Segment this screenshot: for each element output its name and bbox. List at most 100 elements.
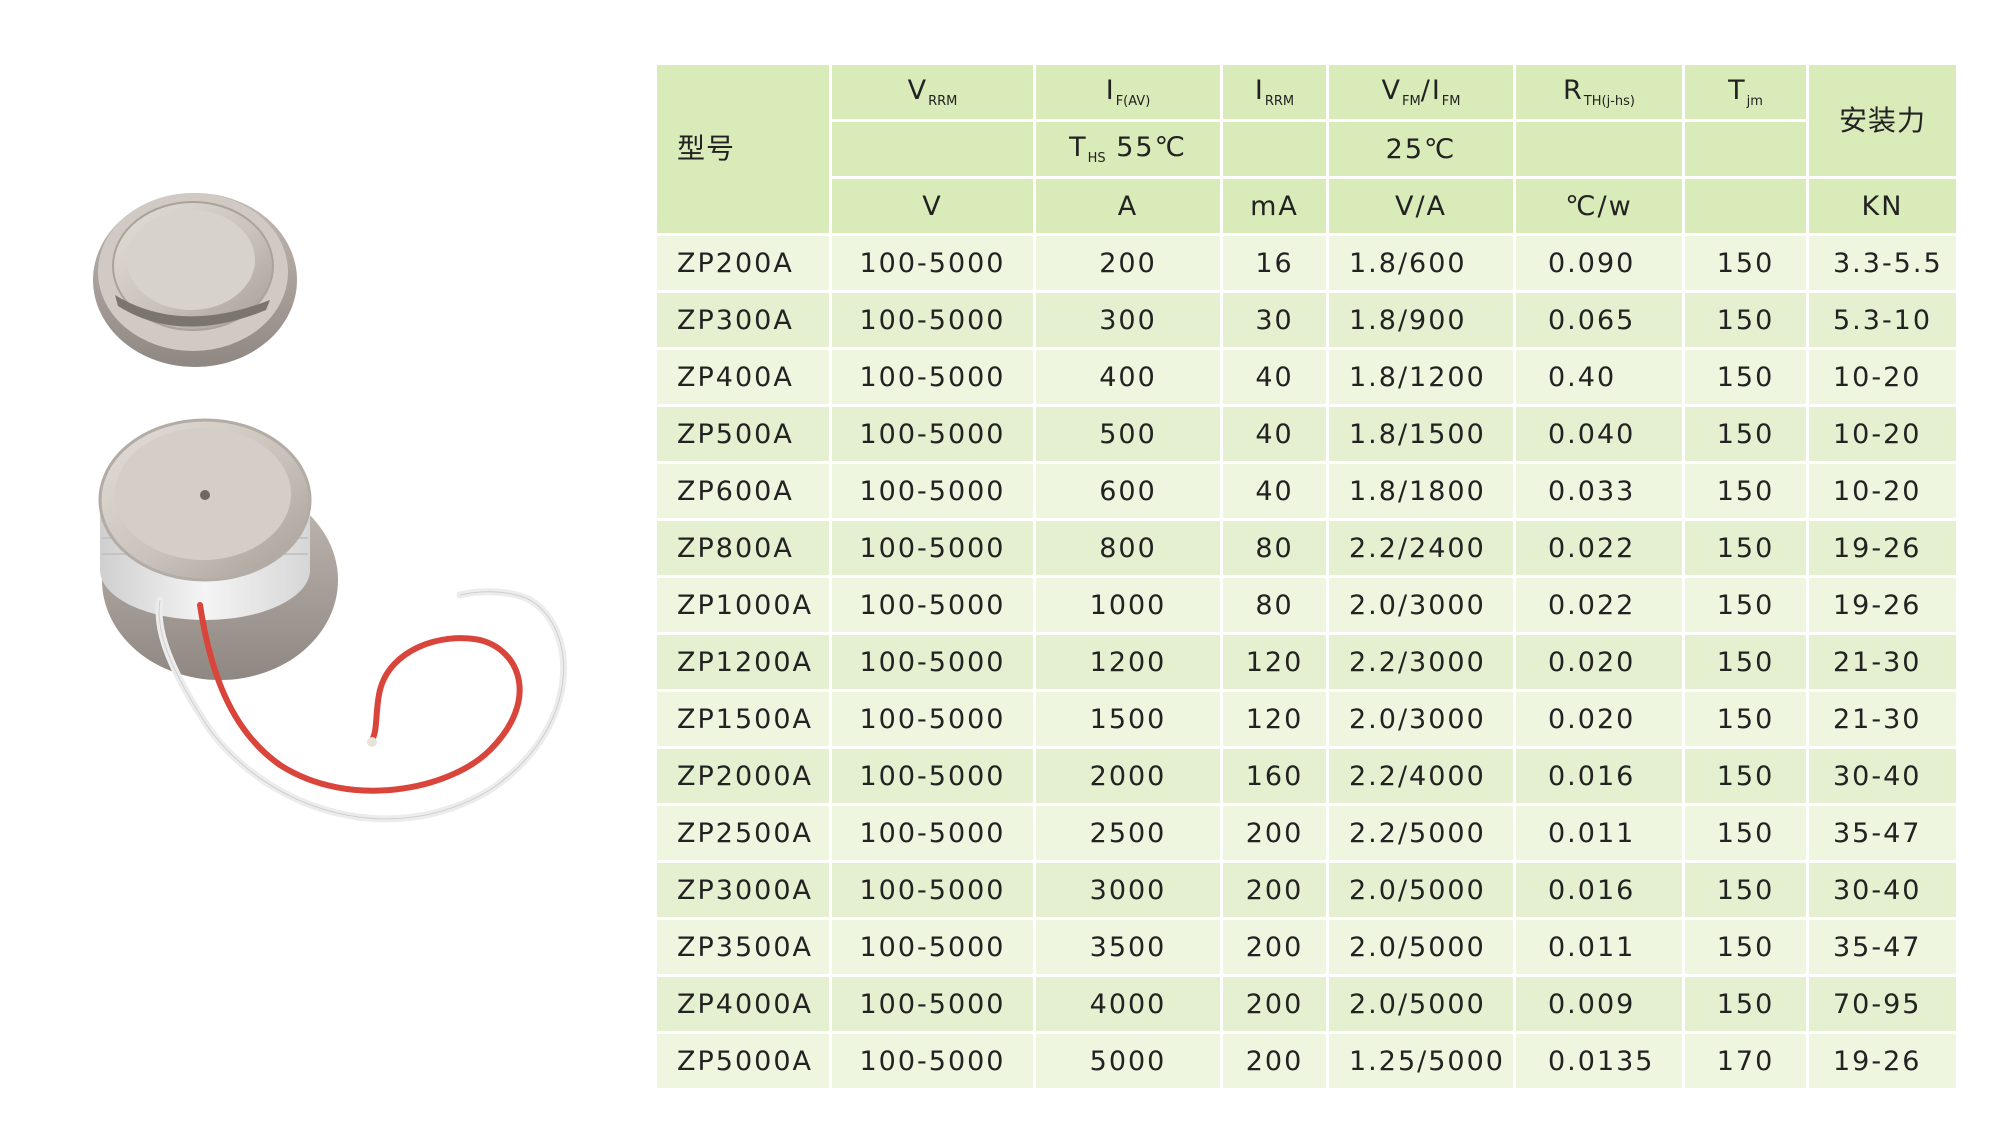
cell-rth: 0.090: [1513, 233, 1685, 293]
cell-rth: 0.011: [1513, 917, 1685, 977]
table-row: ZP1200A 100-5000 1200 120 2.2/3000 0.020 150 21…: [654, 632, 1959, 692]
cell-force: 21-30: [1806, 632, 1959, 692]
cell-vfm: 2.0/3000: [1326, 689, 1516, 749]
cell-ifav: 1000: [1033, 575, 1223, 635]
vf-temp-condition: 25℃: [1326, 119, 1516, 179]
cell-rth: 0.033: [1513, 461, 1685, 521]
cell-irrm: 200: [1220, 974, 1329, 1034]
unit-vrrm: V: [829, 176, 1036, 236]
cell-irrm: 200: [1220, 917, 1329, 977]
cell-tjm: 170: [1682, 1031, 1809, 1091]
cell-ifav: 500: [1033, 404, 1223, 464]
cell-vrrm: 100-5000: [829, 1031, 1036, 1091]
table-row: ZP1000A 100-5000 1000 80 2.0/3000 0.022 150 19-…: [654, 575, 1959, 635]
cell-model: ZP2500A: [654, 803, 832, 863]
cell-tjm: 150: [1682, 461, 1809, 521]
cell-model: ZP4000A: [654, 974, 832, 1034]
cell-vrrm: 100-5000: [829, 347, 1036, 407]
unit-ifav: A: [1033, 176, 1223, 236]
cell-vfm: 2.2/4000: [1326, 746, 1516, 806]
cell-vrrm: 100-5000: [829, 233, 1036, 293]
cell-force: 10-20: [1806, 404, 1959, 464]
cell-irrm: 40: [1220, 404, 1329, 464]
cell-irrm: 200: [1220, 803, 1329, 863]
cell-ifav: 4000: [1033, 974, 1223, 1034]
cell-ifav: 5000: [1033, 1031, 1223, 1091]
cell-ifav: 800: [1033, 518, 1223, 578]
vrrm-header: VRRM: [829, 62, 1036, 122]
cell-vrrm: 100-5000: [829, 917, 1036, 977]
cell-vfm: 2.0/3000: [1326, 575, 1516, 635]
product-photo: [93, 193, 568, 823]
cell-tjm: 150: [1682, 347, 1809, 407]
cell-ifav: 600: [1033, 461, 1223, 521]
cell-force: 30-40: [1806, 746, 1959, 806]
table-row: ZP300A 100-5000 300 30 1.8/900 0.065 150 5.3-10: [654, 290, 1959, 350]
cell-irrm: 40: [1220, 347, 1329, 407]
table-row: ZP400A 100-5000 400 40 1.8/1200 0.40 150 10-20: [654, 347, 1959, 407]
cell-ifav: 1200: [1033, 632, 1223, 692]
cell-tjm: 150: [1682, 404, 1809, 464]
cell-vrrm: 100-5000: [829, 803, 1036, 863]
rth-condition: [1513, 119, 1685, 179]
model-header: 型号: [654, 62, 832, 236]
cell-rth: 0.0135: [1513, 1031, 1685, 1091]
tjm-header: Tjm: [1682, 62, 1809, 122]
irrm-header: IRRM: [1220, 62, 1329, 122]
cell-vfm: 1.8/600: [1326, 233, 1516, 293]
irrm-condition: [1220, 119, 1329, 179]
cell-irrm: 200: [1220, 1031, 1329, 1091]
cell-vrrm: 100-5000: [829, 632, 1036, 692]
cell-force: 21-30: [1806, 689, 1959, 749]
header-row-units: V A mA V/A ℃/w KN: [656, 176, 1959, 236]
cell-vfm: 1.8/1200: [1326, 347, 1516, 407]
cell-rth: 0.020: [1513, 689, 1685, 749]
table-row: ZP2000A 100-5000 2000 160 2.2/4000 0.016 150 30…: [654, 746, 1959, 806]
cell-vrrm: 100-5000: [829, 518, 1036, 578]
table-body: ZP200A 100-5000 200 16 1.8/600 0.090 150 3.3-5.…: [654, 233, 1959, 1091]
cell-model: ZP300A: [654, 290, 832, 350]
cell-model: ZP1500A: [654, 689, 832, 749]
cell-tjm: 150: [1682, 803, 1809, 863]
cell-rth: 0.40: [1513, 347, 1685, 407]
cell-vfm: 2.2/3000: [1326, 632, 1516, 692]
cell-tjm: 150: [1682, 689, 1809, 749]
cell-ifav: 3500: [1033, 917, 1223, 977]
cell-model: ZP5000A: [654, 1031, 832, 1091]
cell-model: ZP800A: [654, 518, 832, 578]
cell-rth: 0.022: [1513, 575, 1685, 635]
cell-tjm: 150: [1682, 575, 1809, 635]
cell-tjm: 150: [1682, 746, 1809, 806]
cell-ifav: 3000: [1033, 860, 1223, 920]
unit-vfm: V/A: [1326, 176, 1516, 236]
table-row: ZP1500A 100-5000 1500 120 2.0/3000 0.020 150 21…: [654, 689, 1959, 749]
cell-tjm: 150: [1682, 518, 1809, 578]
unit-rth: ℃/w: [1513, 176, 1685, 236]
cell-model: ZP3000A: [654, 860, 832, 920]
cell-force: 30-40: [1806, 860, 1959, 920]
cell-ifav: 200: [1033, 233, 1223, 293]
cell-force: 35-47: [1806, 917, 1959, 977]
ths-condition: THS 55℃: [1033, 119, 1223, 179]
cell-model: ZP400A: [654, 347, 832, 407]
cell-model: ZP2000A: [654, 746, 832, 806]
cell-force: 19-26: [1806, 575, 1959, 635]
cell-irrm: 200: [1220, 860, 1329, 920]
cell-irrm: 120: [1220, 689, 1329, 749]
cell-model: ZP3500A: [654, 917, 832, 977]
cell-force: 19-26: [1806, 518, 1959, 578]
table-row: ZP4000A 100-5000 4000 200 2.0/5000 0.009 150 70…: [654, 974, 1959, 1034]
cell-ifav: 400: [1033, 347, 1223, 407]
cell-model: ZP600A: [654, 461, 832, 521]
cell-vrrm: 100-5000: [829, 575, 1036, 635]
cell-ifav: 2000: [1033, 746, 1223, 806]
table-row: ZP800A 100-5000 800 80 2.2/2400 0.022 150 19-26: [654, 518, 1959, 578]
small-diode-image: [93, 193, 297, 367]
cell-tjm: 150: [1682, 860, 1809, 920]
table-row: ZP3500A 100-5000 3500 200 2.0/5000 0.011 150 35…: [654, 917, 1959, 977]
cell-irrm: 160: [1220, 746, 1329, 806]
vfm-header: VFM/IFM: [1326, 62, 1516, 122]
cell-vfm: 1.8/1500: [1326, 404, 1516, 464]
cell-ifav: 300: [1033, 290, 1223, 350]
cell-rth: 0.011: [1513, 803, 1685, 863]
